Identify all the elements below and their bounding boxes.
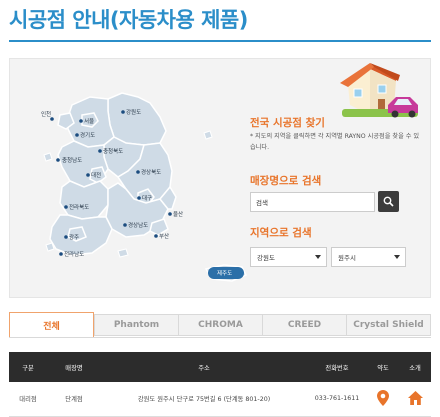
cell-phone: 033-761-1611 (307, 382, 367, 417)
header-store-name: 매장명 (47, 352, 101, 382)
label-daejeon: 대전 (91, 171, 101, 179)
pin-ulsan (168, 212, 172, 216)
label-ulsan: 울산 (173, 210, 183, 218)
pin-jeonbuk (64, 205, 68, 209)
island-ulleungdo (203, 130, 213, 140)
tabs-divider (9, 337, 431, 338)
national-store-finder-desc: * 지도의 지역을 클릭하면 각 지역별 RAYNO 시공점을 찾을 수 있습니… (250, 133, 420, 151)
region-jeonbuk[interactable] (59, 180, 109, 220)
pin-gwangju (64, 235, 68, 239)
label-chungnam: 충청남도 (62, 156, 82, 164)
store-table: 구분 매장명 주소 전화번호 약도 소개 대리점 단계점 강원도 원주시 단구로… (9, 352, 431, 417)
region-gangwon[interactable] (107, 92, 167, 146)
label-gangwon: 강원도 (126, 108, 141, 116)
title-divider (9, 40, 431, 42)
city-select-value: 원주시 (338, 254, 356, 262)
label-busan: 부산 (159, 232, 169, 240)
label-incheon: 인천 (41, 110, 51, 118)
label-gyeonggi: 경기도 (80, 131, 95, 139)
pin-gyeonggi (75, 133, 79, 137)
island-south-1 (117, 248, 129, 258)
pin-gyeongbuk (136, 170, 140, 174)
pin-chungbuk (98, 149, 102, 153)
pin-gangwon (121, 110, 125, 114)
chevron-down-icon (315, 255, 321, 259)
pin-busan (154, 234, 158, 238)
pin-seoul (79, 119, 83, 123)
label-gyeongbuk: 경상북도 (141, 168, 161, 176)
label-daegu: 대구 (142, 194, 152, 202)
product-tabs: 전체 Phantom CHROMA CREED Crystal Shield (9, 312, 431, 338)
tab-all[interactable]: 전체 (9, 312, 94, 338)
store-search-input[interactable] (250, 192, 375, 212)
store-search-label: 매장명으로 검색 (250, 175, 322, 187)
region-search-label: 지역으로 검색 (250, 227, 312, 239)
pin-daejeon (86, 173, 90, 177)
cell-store-name: 단계점 (47, 382, 101, 417)
tab-chroma[interactable]: CHROMA (178, 314, 262, 336)
island-west-2 (45, 242, 55, 252)
pin-jeonnam (59, 252, 63, 256)
tab-phantom[interactable]: Phantom (94, 314, 178, 336)
label-jeonnam: 전라남도 (64, 250, 84, 258)
cell-map (367, 382, 399, 417)
chevron-down-icon (394, 255, 400, 259)
intro-link[interactable] (407, 390, 423, 405)
pin-chungnam (56, 158, 60, 162)
label-chungbuk: 충청북도 (103, 147, 123, 155)
label-gyeongnam: 경상남도 (128, 221, 148, 229)
cell-address: 강원도 원주시 단구로 75번길 6 (단계동 801-20) (101, 382, 307, 417)
island-west-1 (43, 152, 53, 162)
header-type: 구분 (9, 352, 47, 382)
search-button[interactable] (378, 191, 399, 212)
home-icon (407, 390, 423, 405)
label-jeonbuk: 전라북도 (69, 203, 89, 211)
pin-gyeongnam (123, 223, 127, 227)
label-gwangju: 광주 (69, 234, 79, 241)
table-header-row: 구분 매장명 주소 전화번호 약도 소개 (9, 352, 431, 382)
label-jeju: 제주도 (217, 269, 232, 277)
header-phone: 전화번호 (307, 352, 367, 382)
cell-type: 대리점 (9, 382, 47, 417)
house-car-illustration (340, 63, 418, 118)
cell-intro (399, 382, 431, 417)
tab-crystal-shield[interactable]: Crystal Shield (346, 314, 431, 336)
national-store-finder-title: 전국 시공점 찾기 (250, 117, 325, 129)
header-map: 약도 (367, 352, 399, 382)
label-seoul: 서울 (84, 117, 94, 125)
province-select-value: 강원도 (257, 254, 275, 262)
pin-daegu (137, 196, 141, 200)
header-address: 주소 (101, 352, 307, 382)
table-row: 대리점 단계점 강원도 원주시 단구로 75번길 6 (단계동 801-20) … (9, 382, 431, 417)
map-link[interactable] (377, 389, 389, 406)
header-intro: 소개 (399, 352, 431, 382)
city-select[interactable]: 원주시 (331, 247, 406, 267)
map-pin-icon (377, 389, 389, 406)
page-title: 시공점 안내(자동차용 제품) (9, 8, 248, 32)
province-select[interactable]: 강원도 (250, 247, 327, 267)
tab-creed[interactable]: CREED (262, 314, 346, 336)
search-icon (383, 196, 394, 207)
store-locator-panel: 인천 서울 경기도 강원도 충청북도 충청남도 대전 경상북도 대구 전라북도 … (9, 58, 431, 298)
